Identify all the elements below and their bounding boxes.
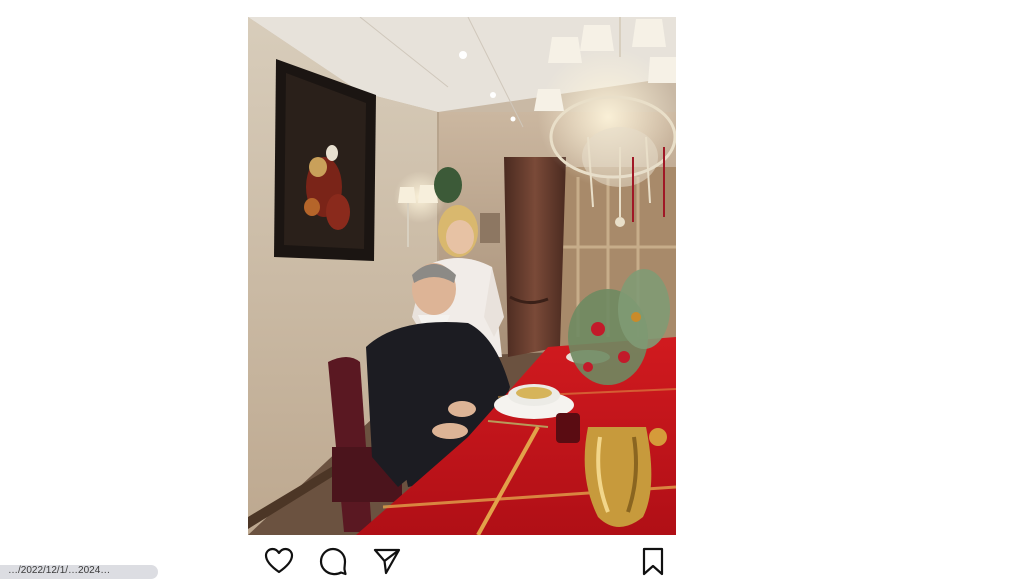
spot-light (459, 51, 467, 59)
share-button[interactable] (370, 546, 404, 576)
status-bar-url: …/2022/12/1/…2024… (0, 565, 158, 579)
post-action-bar (248, 540, 676, 576)
like-button[interactable] (262, 546, 296, 576)
far-picture (480, 213, 500, 243)
heart-icon (264, 547, 294, 574)
spot-light (510, 116, 516, 122)
spot-light (490, 92, 496, 98)
cup (556, 413, 580, 443)
save-button[interactable] (636, 546, 670, 576)
plant (434, 167, 462, 203)
bookmark-icon (642, 547, 664, 576)
comment-bubble-icon (319, 547, 347, 576)
photo-scene (248, 17, 676, 535)
post-photo[interactable] (248, 17, 676, 535)
send-paper-plane-icon (373, 548, 401, 575)
comment-button[interactable] (316, 546, 350, 576)
